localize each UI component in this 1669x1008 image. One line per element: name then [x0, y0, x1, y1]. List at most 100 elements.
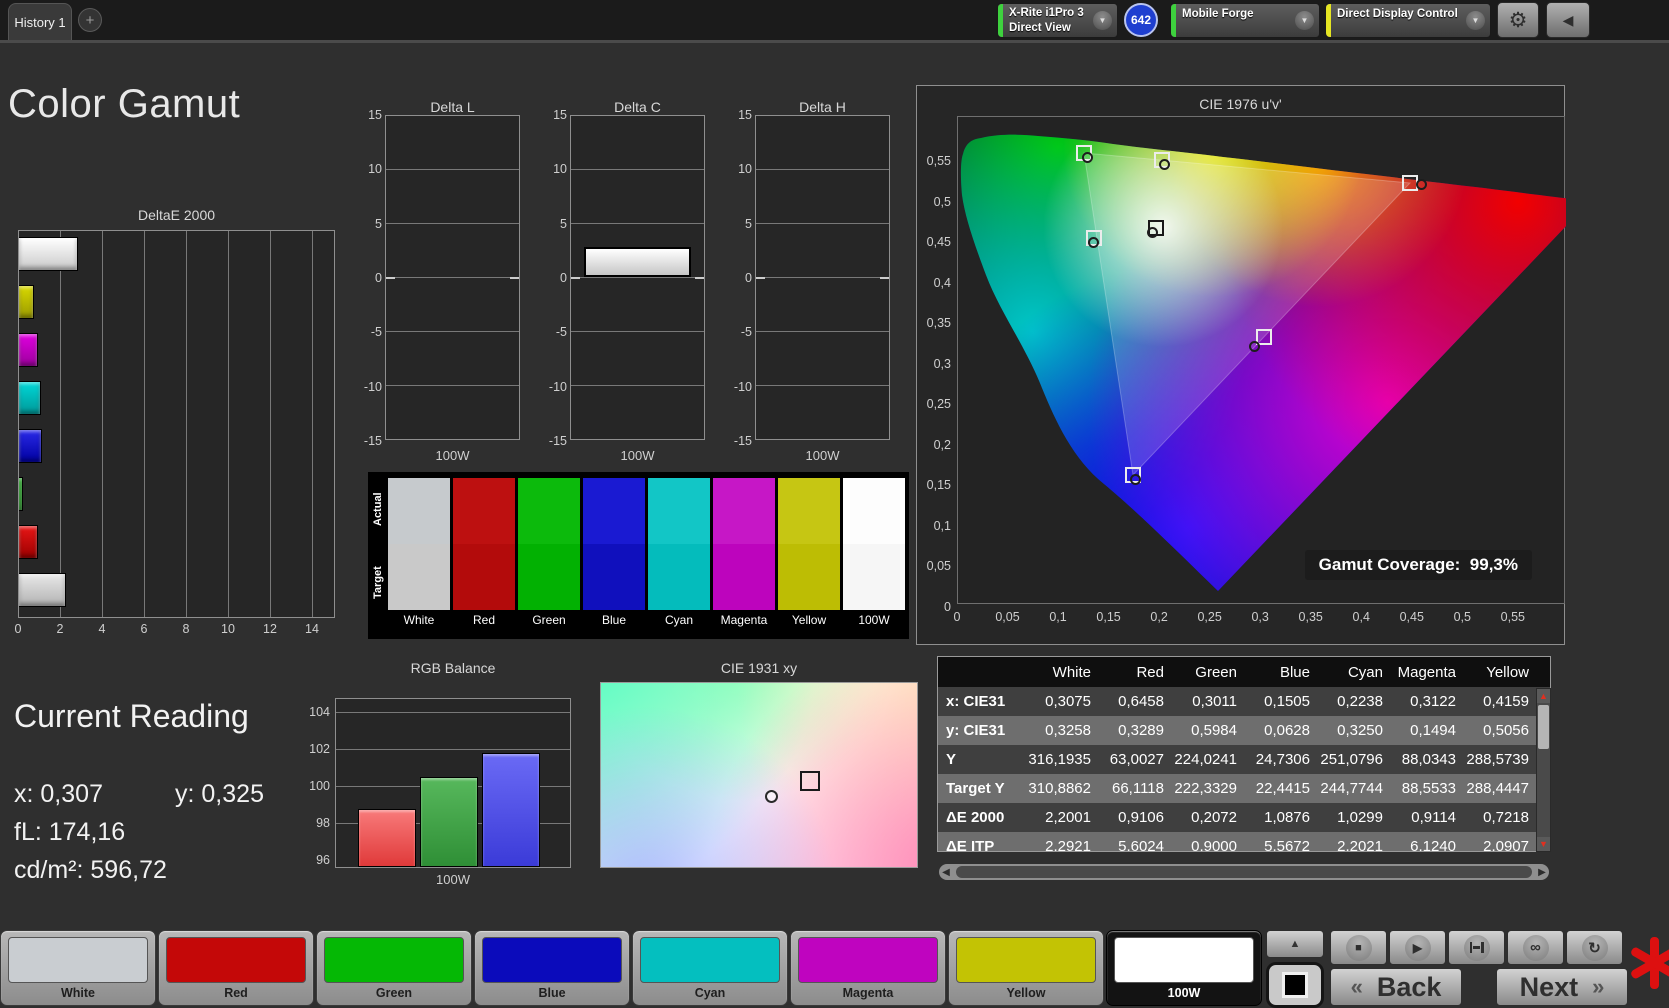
- gamut-measured-white-marker: [1147, 227, 1158, 238]
- actual-target-strip: Actual Target White Red Green Blue Cyan …: [368, 472, 909, 639]
- table-row-target-y[interactable]: Target Y 310,8862 66,1118 222,3329 22,4415…: [938, 774, 1550, 803]
- pattern-source-label: Mobile Forge: [1182, 8, 1254, 20]
- chevron-down-icon: ▼: [1466, 11, 1485, 30]
- current-reading-x: x: 0,307: [14, 780, 103, 808]
- strip-target-label: Target: [372, 566, 384, 600]
- whitepoint-measured-marker: [765, 789, 779, 803]
- table-row-y-cie31[interactable]: y: CIE31 0,3258 0,3289 0,5984 0,0628 0,325…: [938, 716, 1550, 745]
- chevron-down-icon: ▼: [1093, 11, 1112, 30]
- pattern-button-white[interactable]: White: [0, 930, 156, 1006]
- table-vertical-scrollbar[interactable]: ▲ ▼: [1536, 688, 1551, 852]
- strip-column-100w: 100W: [843, 478, 905, 637]
- current-reading-cd: cd/m²: 596,72: [14, 856, 167, 884]
- display-control-label: Direct Display Control: [1337, 8, 1458, 20]
- rgb-balance-chart: [335, 698, 571, 868]
- chevron-down-icon: ▼: [1295, 11, 1314, 30]
- delta-c-bar: [584, 247, 691, 277]
- delta-l-title: Delta L: [430, 99, 475, 115]
- step-button[interactable]: [1448, 930, 1505, 965]
- delta-l-chart: [385, 115, 520, 440]
- tab-history-1[interactable]: History 1: [8, 3, 72, 40]
- meter-dropdown-label: X-Rite i1Pro 3 Direct View: [1009, 6, 1084, 34]
- current-reading-title: Current Reading: [14, 698, 249, 734]
- whitepoint-target-marker: [800, 771, 821, 792]
- deltae-bar-white: [19, 237, 78, 271]
- pattern-window-button[interactable]: [1266, 962, 1324, 1008]
- top-bar-divider: [0, 40, 1669, 43]
- delta-h-x-label: 100W: [805, 448, 840, 463]
- calman-window: History 1 + X-Rite i1Pro 3 Direct View ▼…: [0, 0, 1669, 1008]
- scroll-down-icon[interactable]: ▼: [1537, 837, 1550, 851]
- cie1976-y-axis: 0,55 0,5 0,45 0,4 0,35 0,3 0,25 0,2 0,15 0,1 …: [926, 154, 951, 614]
- measurement-table: White Red Green Blue Cyan Magenta Yellow x:…: [937, 656, 1551, 852]
- loop-button[interactable]: ↻: [1566, 930, 1623, 965]
- strip-column-white: White: [388, 478, 450, 637]
- rgb-balance-title: RGB Balance: [410, 660, 496, 676]
- scroll-up-icon[interactable]: ▲: [1537, 689, 1550, 703]
- gamut-measured-cyan-marker: [1088, 237, 1099, 248]
- reading-count-badge[interactable]: 642: [1124, 3, 1158, 37]
- table-row-y-luminance[interactable]: Y 316,1935 63,0027 224,0241 24,7306 251,07…: [938, 745, 1550, 774]
- table-row-x-cie31[interactable]: x: CIE31 0,3075 0,6458 0,3011 0,1505 0,223…: [938, 687, 1550, 716]
- pattern-button-blue[interactable]: Blue: [474, 930, 630, 1006]
- table-row-deltae-itp[interactable]: ΔE ITP 2,2921 5,6024 0,9000 5,5672 2,2021 6…: [938, 832, 1550, 851]
- delta-c-chart: [570, 115, 705, 440]
- chevron-double-left-icon: «: [1350, 974, 1363, 999]
- gamut-measured-magenta-marker: [1249, 341, 1260, 352]
- play-button[interactable]: ▶: [1389, 930, 1446, 965]
- cie1976-plot: Gamut Coverage: 99,3%: [957, 116, 1566, 604]
- collapse-panel-button[interactable]: ◀: [1546, 2, 1590, 38]
- scroll-right-icon[interactable]: ▶: [1535, 867, 1549, 878]
- continuous-read-button[interactable]: ∞: [1507, 930, 1564, 965]
- gamut-coverage-badge: Gamut Coverage: 99,3%: [1304, 550, 1532, 580]
- gear-icon: ⚙: [1508, 8, 1528, 32]
- cie1931-chart: [600, 682, 918, 868]
- delta-l-y-axis: 15 10 50 -5 -10 -15: [363, 108, 382, 448]
- add-tab-button[interactable]: +: [78, 8, 102, 32]
- infinity-icon: ∞: [1522, 934, 1549, 961]
- current-reading-y: y: 0,325: [175, 780, 264, 808]
- table-row-deltae-2000[interactable]: ΔE 2000 2,2001 0,9106 0,2072 1,0876 1,0299…: [938, 803, 1550, 832]
- rgb-bar-green: [420, 777, 478, 867]
- deltae-bar-red: [19, 525, 38, 559]
- step-icon: [1463, 934, 1490, 961]
- display-control-dropdown[interactable]: Direct Display Control ▼: [1325, 3, 1491, 38]
- scroll-left-icon[interactable]: ◀: [939, 867, 953, 878]
- strip-actual-label: Actual: [372, 492, 384, 526]
- delta-h-title: Delta H: [799, 99, 846, 115]
- loop-icon: ↻: [1581, 934, 1608, 961]
- gamut-measured-blue-marker: [1130, 474, 1141, 485]
- delta-h-y-axis: 15 10 50 -5 -10 -15: [733, 108, 752, 448]
- table-horizontal-scrollbar[interactable]: ◀ ▶: [939, 864, 1549, 880]
- pattern-button-yellow[interactable]: Yellow: [948, 930, 1104, 1006]
- settings-button[interactable]: ⚙: [1497, 2, 1539, 38]
- table-vscroll-thumb[interactable]: [1538, 705, 1549, 749]
- pattern-source-dropdown[interactable]: Mobile Forge ▼: [1170, 3, 1320, 38]
- cie1976-title: CIE 1976 u'v': [1199, 96, 1282, 112]
- stop-icon: ■: [1345, 934, 1372, 961]
- back-button[interactable]: «Back: [1330, 968, 1462, 1006]
- pattern-button-cyan[interactable]: Cyan: [632, 930, 788, 1006]
- meter-dropdown[interactable]: X-Rite i1Pro 3 Direct View ▼: [997, 3, 1118, 38]
- strip-column-yellow: Yellow: [778, 478, 840, 637]
- delta-l-x-label: 100W: [435, 448, 470, 463]
- deltae-chart: [18, 230, 335, 618]
- strip-column-red: Red: [453, 478, 515, 637]
- pattern-button-red[interactable]: Red: [158, 930, 314, 1006]
- rgb-balance-x-label: 100W: [436, 872, 470, 887]
- pattern-button-100w[interactable]: 100W: [1106, 930, 1262, 1006]
- chevron-double-right-icon: »: [1592, 974, 1605, 999]
- pattern-button-green[interactable]: Green: [316, 930, 472, 1006]
- cie1976-panel: CIE 1976 u'v' 0,55 0,5 0,45 0,4 0,35 0,3 0,…: [916, 85, 1566, 645]
- deltae-bar-blue: [19, 429, 42, 463]
- table-hscroll-thumb[interactable]: [956, 866, 1532, 878]
- stop-button[interactable]: ■: [1330, 930, 1387, 965]
- pattern-button-magenta[interactable]: Magenta: [790, 930, 946, 1006]
- calman-asterisk-logo: [1629, 936, 1669, 990]
- rgb-bar-red: [358, 809, 416, 867]
- strip-column-cyan: Cyan: [648, 478, 710, 637]
- pattern-up-button[interactable]: ▲: [1266, 930, 1324, 958]
- rgb-bar-blue: [482, 753, 540, 867]
- deltae-bar-yellow: [19, 285, 34, 319]
- next-button[interactable]: Next»: [1496, 968, 1628, 1006]
